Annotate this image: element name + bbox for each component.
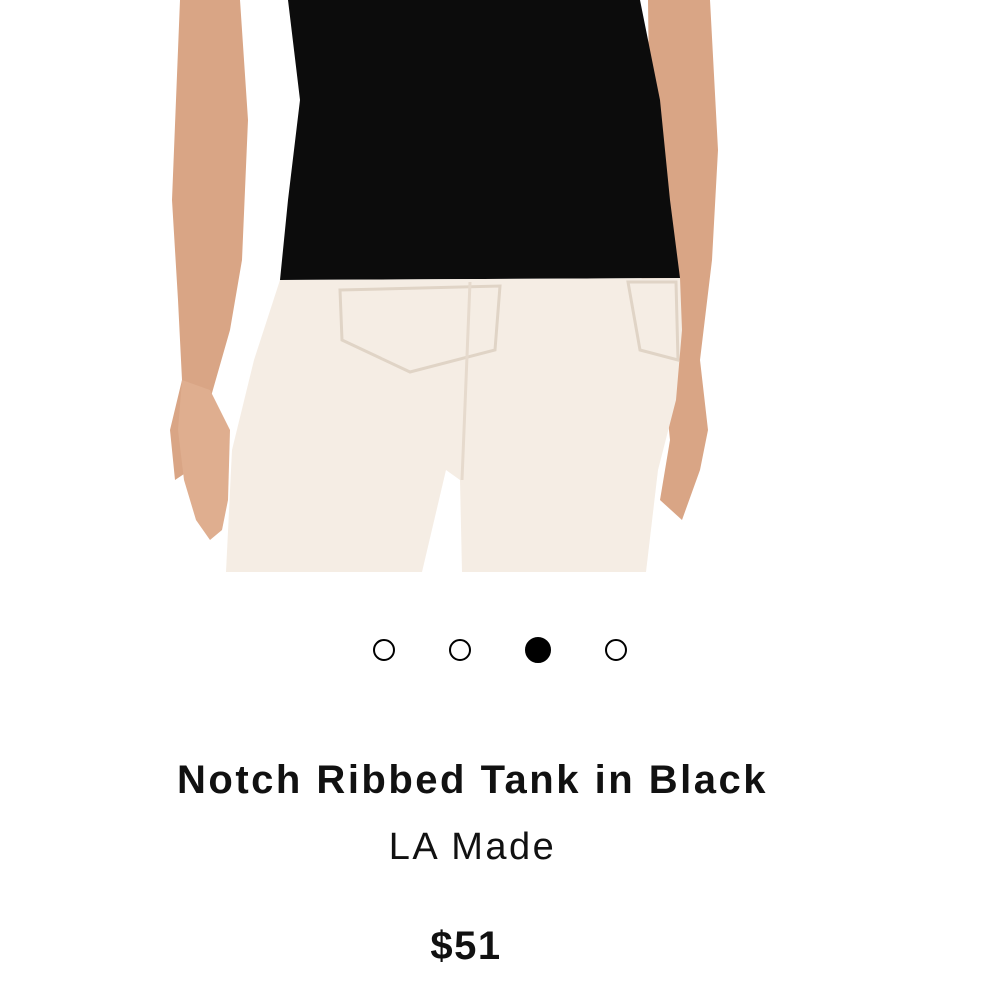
product-price: $51 [430, 924, 502, 968]
carousel-pagination [0, 637, 1000, 667]
carousel-dot-4[interactable] [605, 639, 627, 661]
product-brand[interactable]: LA Made [0, 826, 945, 869]
carousel-dot-3-active[interactable] [525, 637, 551, 663]
product-page: Notch Ribbed Tank in Black LA Made $51 [0, 0, 1000, 1000]
carousel-dot-1[interactable] [373, 639, 395, 661]
product-image[interactable] [170, 0, 720, 572]
product-photo [170, 0, 718, 572]
product-title: Notch Ribbed Tank in Black [177, 758, 768, 802]
carousel-dot-2[interactable] [449, 639, 471, 661]
